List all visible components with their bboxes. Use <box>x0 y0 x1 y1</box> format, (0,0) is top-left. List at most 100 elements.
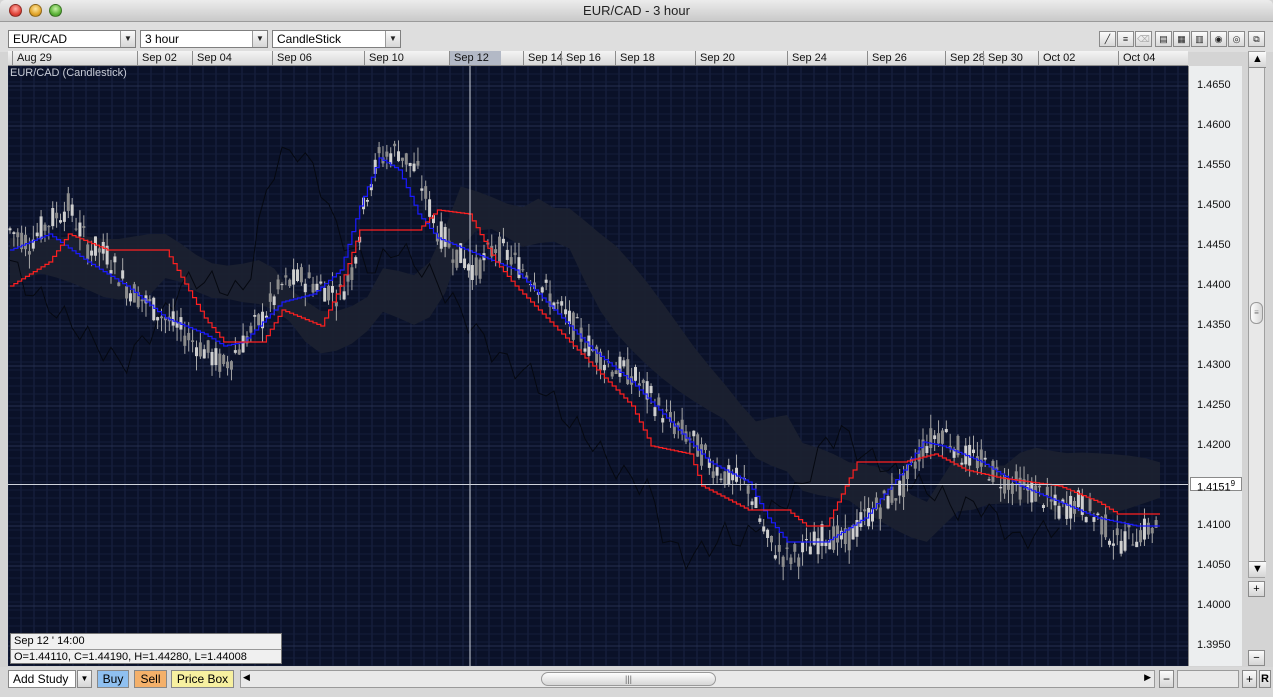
chart-style-select[interactable]: CandleStick ▼ <box>272 30 401 48</box>
candle-body <box>466 264 470 271</box>
symbol-select[interactable]: EUR/CAD ▼ <box>8 30 136 48</box>
scroll-down-icon[interactable]: ▼ <box>1249 561 1266 577</box>
candle-body <box>284 275 288 278</box>
candle-body <box>202 349 206 359</box>
price-axis[interactable]: 1.4650 1.4600 1.4550 1.4500 1.4450 1.4400 1.43… <box>1188 66 1242 666</box>
candle-body <box>183 335 187 346</box>
candle-body <box>711 471 715 478</box>
candle-body <box>397 151 401 162</box>
candle-body <box>233 350 237 353</box>
candle-body <box>622 360 626 367</box>
sell-button[interactable]: Sell <box>134 670 167 688</box>
candle-body <box>1135 541 1139 548</box>
horizontal-zoom-slider[interactable] <box>1177 670 1239 688</box>
chart-style-select-value: CandleStick <box>277 32 342 46</box>
candle-body <box>614 370 618 375</box>
zoom-out-icon[interactable]: ◎ <box>1228 31 1245 47</box>
zoom-in-horizontal-button[interactable]: + <box>1242 670 1257 688</box>
zoom-out-horizontal-button[interactable]: − <box>1159 670 1174 688</box>
candle-body <box>55 212 59 219</box>
scroll-left-icon[interactable]: ◀ <box>243 672 250 683</box>
candle-body <box>408 163 412 166</box>
candlestick-chart[interactable] <box>8 66 1188 666</box>
candle-body <box>214 348 218 366</box>
candle-body <box>517 257 521 278</box>
candle-body <box>276 279 280 290</box>
horizontal-scrollbar[interactable]: ◀ ||| ▶ <box>240 670 1155 688</box>
candle-body <box>222 354 226 365</box>
eraser-tool-icon[interactable]: ⌫ <box>1135 31 1152 47</box>
candle-body <box>210 351 214 366</box>
candle-body <box>330 286 334 293</box>
candle-body <box>521 269 525 271</box>
candle-body <box>1104 514 1108 538</box>
candle-body <box>1057 505 1061 519</box>
date-tick-label: Sep 12 <box>449 51 501 65</box>
scroll-up-icon[interactable]: ▲ <box>1249 52 1266 68</box>
chevron-down-icon[interactable]: ▼ <box>252 31 267 47</box>
price-tick-label: 1.4600 <box>1197 119 1231 131</box>
add-study-select[interactable]: Add Study <box>8 670 76 688</box>
candle-body <box>198 342 202 357</box>
chevron-down-icon[interactable]: ▼ <box>77 670 92 688</box>
candle-body <box>610 371 614 377</box>
date-axis[interactable]: Aug 29 Sep 02 Sep 04 Sep 06 Sep 10 Sep 12 Sep … <box>8 51 1188 66</box>
vertical-scrollbar[interactable]: ▲ ≡ ▼ <box>1248 51 1266 578</box>
candle-body <box>70 204 74 216</box>
interval-select[interactable]: 3 hour ▼ <box>140 30 268 48</box>
candle-body <box>443 227 447 247</box>
chart-title: EUR/CAD (Candlestick) <box>10 67 127 79</box>
date-tick-label: Sep 06 <box>272 51 312 65</box>
candle-body <box>766 529 770 538</box>
horizontal-scroll-thumb[interactable]: ||| <box>541 672 716 686</box>
fibonacci-tool-icon[interactable]: ≡ <box>1117 31 1134 47</box>
zoom-in-icon[interactable]: ◉ <box>1210 31 1227 47</box>
candle-body <box>700 444 704 466</box>
candle-body <box>494 249 498 254</box>
vertical-scroll-thumb[interactable]: ≡ <box>1250 302 1263 324</box>
candle-body <box>750 501 754 505</box>
grid-layout-3-icon[interactable]: ▥ <box>1191 31 1208 47</box>
candle-body <box>428 199 432 217</box>
candle-body <box>439 221 443 249</box>
candle-body <box>972 449 976 454</box>
candle-body <box>509 257 513 265</box>
candle-body <box>1111 543 1115 546</box>
candle-body <box>1123 531 1127 551</box>
buy-button[interactable]: Buy <box>97 670 129 688</box>
candle-body <box>979 449 983 467</box>
candle-body <box>847 527 851 551</box>
grid-layout-2-icon[interactable]: ▦ <box>1173 31 1190 47</box>
candle-body <box>268 293 272 302</box>
candle-body <box>1131 544 1135 546</box>
price-box-button[interactable]: Price Box <box>171 670 234 688</box>
date-tick-label: Oct 04 <box>1118 51 1155 65</box>
draw-line-tool-icon[interactable]: ╱ <box>1099 31 1116 47</box>
reset-label: R <box>1261 673 1269 685</box>
chevron-down-icon[interactable]: ▼ <box>385 31 400 47</box>
candle-body <box>944 428 948 433</box>
candle-body <box>90 250 94 256</box>
chevron-down-icon[interactable]: ▼ <box>120 31 135 47</box>
grid-layout-1-icon[interactable]: ▤ <box>1155 31 1172 47</box>
candle-body <box>812 531 816 545</box>
candle-body <box>350 267 354 280</box>
zoom-in-vertical-button[interactable]: + <box>1248 581 1265 597</box>
candle-body <box>882 490 886 494</box>
candle-body <box>463 258 467 269</box>
candle-body <box>280 284 284 286</box>
candle-body <box>296 269 299 282</box>
candle-body <box>754 497 758 509</box>
scroll-right-icon[interactable]: ▶ <box>1144 672 1151 683</box>
candle-body <box>665 409 669 411</box>
candle-body <box>1107 540 1111 545</box>
ohlc-info-box: Sep 12 ' 14:00 O=1.44110, C=1.44190, H=1… <box>10 633 282 664</box>
candle-body <box>24 234 28 250</box>
candle-body <box>237 349 241 355</box>
candle-body <box>12 232 16 234</box>
candle-body <box>1142 518 1146 540</box>
reset-button[interactable]: R <box>1259 670 1271 688</box>
zoom-out-vertical-button[interactable]: − <box>1248 650 1265 666</box>
chart-area[interactable]: EUR/CAD (Candlestick) <box>8 66 1188 666</box>
detach-window-icon[interactable]: ⧉ <box>1248 31 1265 47</box>
